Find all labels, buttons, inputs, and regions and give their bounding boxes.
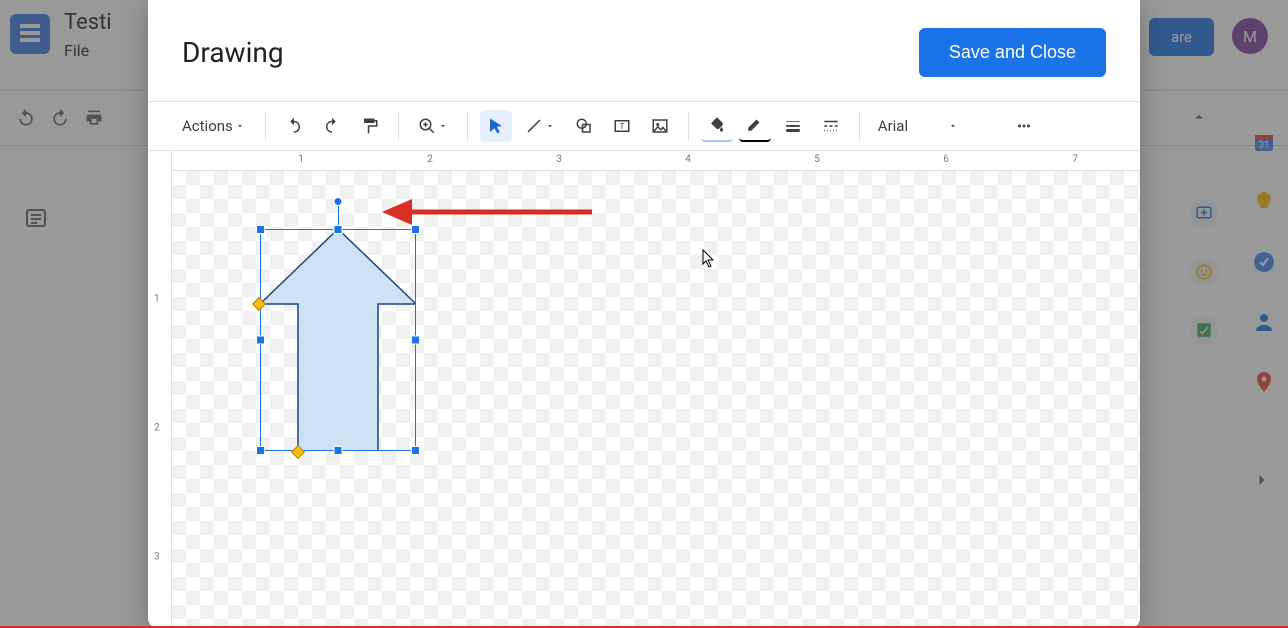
- drawing-toolbar: Actions T Arial: [148, 102, 1140, 150]
- vertical-ruler: 1 2 3: [148, 151, 172, 628]
- select-tool-button[interactable]: [480, 110, 512, 142]
- drawing-canvas[interactable]: [172, 171, 1140, 628]
- resize-handle-e[interactable]: [411, 336, 420, 345]
- resize-handle-sw[interactable]: [256, 446, 265, 455]
- annotation-arrow-icon: [382, 199, 592, 225]
- resize-handle-ne[interactable]: [411, 225, 420, 234]
- border-weight-button[interactable]: [777, 110, 809, 142]
- font-select[interactable]: Arial: [872, 113, 1002, 139]
- horizontal-ruler: 1 2 3 4 5 6 7: [172, 151, 1140, 171]
- border-color-button[interactable]: [739, 110, 771, 142]
- dialog-title: Drawing: [182, 36, 284, 69]
- resize-handle-s[interactable]: [334, 446, 343, 455]
- undo-button[interactable]: [278, 110, 310, 142]
- shape-tool-button[interactable]: [568, 110, 600, 142]
- more-options-button[interactable]: [1008, 110, 1040, 142]
- selected-shape[interactable]: [260, 229, 416, 451]
- resize-handle-nw[interactable]: [256, 225, 265, 234]
- canvas-area: 1 2 3 1 2 3 4 5 6 7: [148, 151, 1140, 628]
- actions-menu[interactable]: Actions: [174, 111, 253, 141]
- svg-text:T: T: [619, 122, 624, 132]
- actions-label: Actions: [182, 117, 233, 135]
- resize-handle-se[interactable]: [411, 446, 420, 455]
- rotation-handle[interactable]: [334, 197, 343, 206]
- save-and-close-button[interactable]: Save and Close: [919, 28, 1106, 77]
- fill-color-button[interactable]: [701, 110, 733, 142]
- resize-handle-w[interactable]: [256, 336, 265, 345]
- resize-handle-n[interactable]: [334, 225, 343, 234]
- image-tool-button[interactable]: [644, 110, 676, 142]
- cursor-icon: [702, 249, 716, 269]
- border-dash-button[interactable]: [815, 110, 847, 142]
- redo-button[interactable]: [316, 110, 348, 142]
- paint-format-button[interactable]: [354, 110, 386, 142]
- textbox-tool-button[interactable]: T: [606, 110, 638, 142]
- font-name-label: Arial: [878, 117, 908, 135]
- selection-bbox: [260, 229, 416, 451]
- drawing-dialog: Drawing Save and Close Actions T: [148, 0, 1140, 628]
- zoom-button[interactable]: [411, 110, 455, 142]
- line-tool-button[interactable]: [518, 110, 562, 142]
